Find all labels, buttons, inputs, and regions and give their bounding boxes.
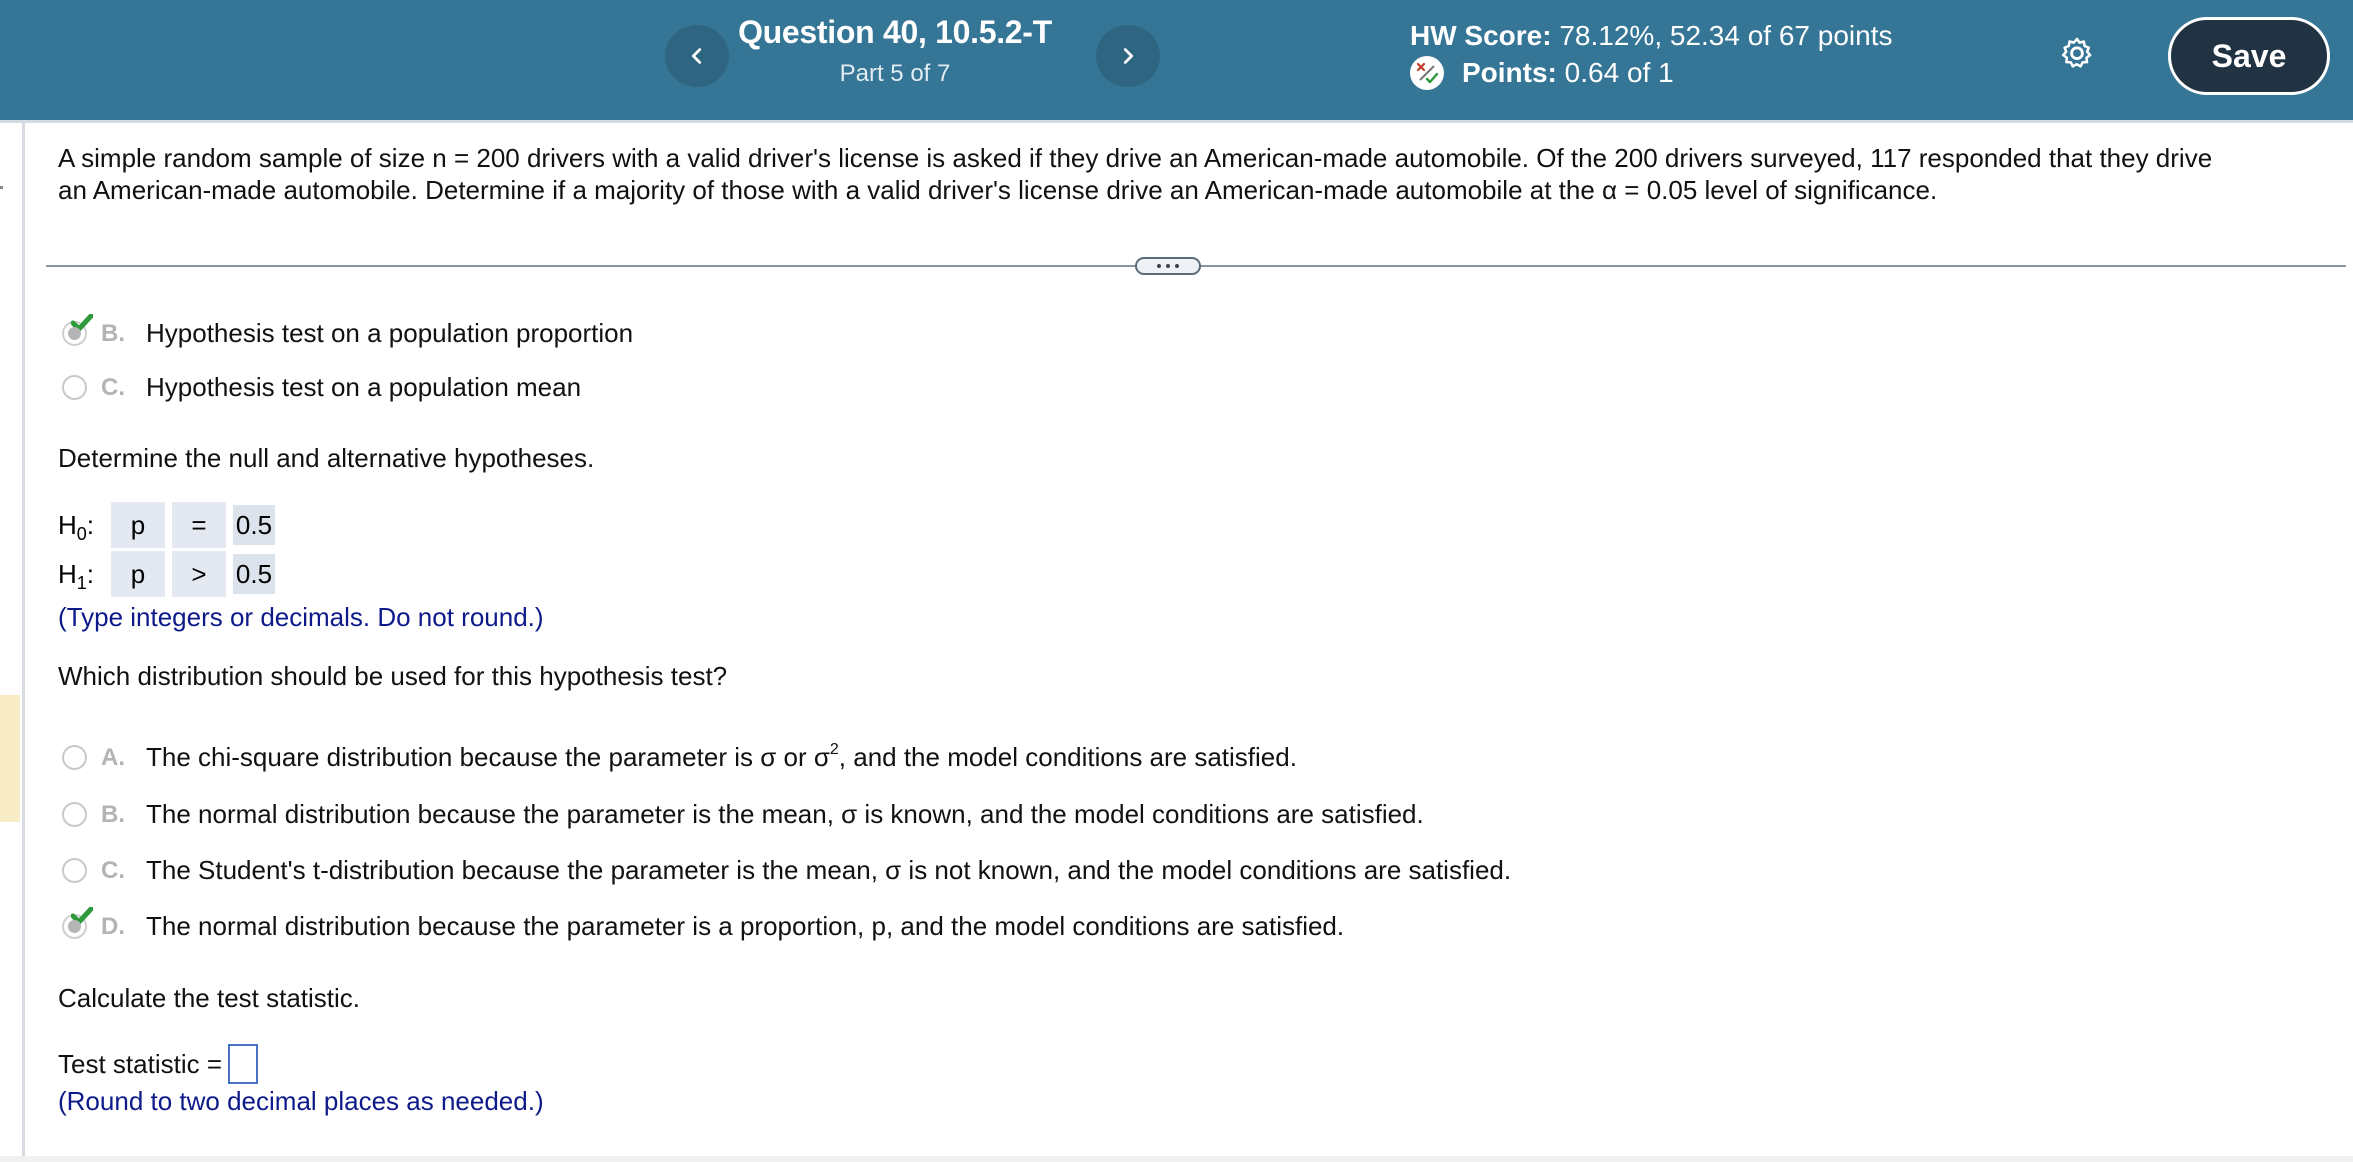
h0-parameter-select[interactable]: p xyxy=(111,502,165,548)
checkmark-icon xyxy=(71,907,93,925)
hw-score: HW Score: 78.12%, 52.34 of 67 points xyxy=(1410,20,1893,52)
h1-value-input[interactable]: 0.5 xyxy=(233,554,275,594)
left-panel-border xyxy=(22,123,25,1158)
gear-icon[interactable] xyxy=(2058,35,2096,73)
option-text: Hypothesis test on a population mean xyxy=(146,372,582,402)
alternative-hypothesis-row: H1: p > 0.5 xyxy=(58,551,282,597)
option-text: The normal distribution because the para… xyxy=(146,799,1424,829)
bottom-bar xyxy=(0,1156,2353,1162)
points: Points: 0.64 of 1 xyxy=(1410,56,1674,90)
left-panel-marker xyxy=(0,186,3,189)
null-hypothesis-row: H0: p = 0.5 xyxy=(58,502,282,548)
option-text: The normal distribution because the para… xyxy=(146,911,1345,941)
option-letter: B. xyxy=(101,319,125,347)
hw-score-label: HW Score: xyxy=(1410,20,1552,51)
option-letter: D. xyxy=(101,912,125,940)
test-statistic-input[interactable] xyxy=(228,1044,258,1084)
h0-value-input[interactable]: 0.5 xyxy=(233,505,275,545)
test-type-option-c[interactable]: C. Hypothesis test on a population mean xyxy=(62,372,581,403)
header-divider xyxy=(0,120,2353,123)
test-statistic-prompt: Calculate the test statistic. xyxy=(58,983,361,1013)
distribution-option-b[interactable]: B. The normal distribution because the p… xyxy=(62,799,1424,830)
option-letter: A. xyxy=(101,743,125,771)
h1-operator-select[interactable]: > xyxy=(172,551,226,597)
h1-parameter-select[interactable]: p xyxy=(111,551,165,597)
option-text: The Student's t-distribution because the… xyxy=(146,855,1512,885)
left-panel-tab[interactable] xyxy=(0,695,20,822)
radio-button-selected[interactable] xyxy=(62,314,93,346)
test-statistic-hint: (Round to two decimal places as needed.) xyxy=(58,1086,544,1116)
radio-button[interactable] xyxy=(62,858,87,883)
partial-credit-icon xyxy=(1410,56,1444,90)
save-button[interactable]: Save xyxy=(2168,17,2330,95)
question-title: Question 40, 10.5.2-T xyxy=(738,14,1052,50)
next-question-button[interactable] xyxy=(1096,25,1160,87)
header-bar: Question 40, 10.5.2-T Part 5 of 7 HW Sco… xyxy=(0,0,2353,120)
test-statistic-row: Test statistic = xyxy=(58,1044,258,1084)
distribution-option-c[interactable]: C. The Student's t-distribution because … xyxy=(62,855,1511,886)
hypotheses-prompt: Determine the null and alternative hypot… xyxy=(58,443,595,473)
distribution-option-a[interactable]: A. The chi-square distribution because t… xyxy=(62,742,1297,773)
distribution-option-d[interactable]: D. The normal distribution because the p… xyxy=(62,907,1345,942)
hw-score-value: 78.12%, 52.34 of 67 points xyxy=(1559,20,1893,51)
points-label: Points: xyxy=(1462,57,1557,88)
distribution-prompt: Which distribution should be used for th… xyxy=(58,661,728,691)
radio-button[interactable] xyxy=(62,375,87,400)
option-text: Hypothesis test on a population proporti… xyxy=(146,318,634,348)
option-text: The chi-square distribution because the … xyxy=(146,741,1297,773)
h0-operator-select[interactable]: = xyxy=(172,502,226,548)
hypotheses-hint: (Type integers or decimals. Do not round… xyxy=(58,602,544,632)
h0-label: H0: xyxy=(58,509,95,544)
problem-text-line-1: A simple random sample of size n = 200 d… xyxy=(58,143,2213,173)
chevron-right-icon xyxy=(1123,48,1134,64)
radio-button[interactable] xyxy=(62,802,87,827)
option-letter: C. xyxy=(101,856,125,884)
problem-text-line-2: an American-made automobile. Determine i… xyxy=(58,175,1938,205)
radio-button[interactable] xyxy=(62,745,87,770)
checkmark-icon xyxy=(71,314,93,332)
dot-icon xyxy=(1166,264,1170,268)
question-part: Part 5 of 7 xyxy=(839,60,951,87)
expand-more-button[interactable] xyxy=(1135,257,1201,275)
dot-icon xyxy=(1157,264,1161,268)
option-letter: B. xyxy=(101,800,125,828)
points-value: 0.64 of 1 xyxy=(1564,57,1674,88)
option-letter: C. xyxy=(101,373,125,401)
dot-icon xyxy=(1175,264,1179,268)
radio-button-selected[interactable] xyxy=(62,907,93,939)
test-type-option-b[interactable]: B. Hypothesis test on a population propo… xyxy=(62,314,634,349)
test-statistic-label: Test statistic = xyxy=(58,1049,222,1079)
h1-label: H1: xyxy=(58,558,95,593)
